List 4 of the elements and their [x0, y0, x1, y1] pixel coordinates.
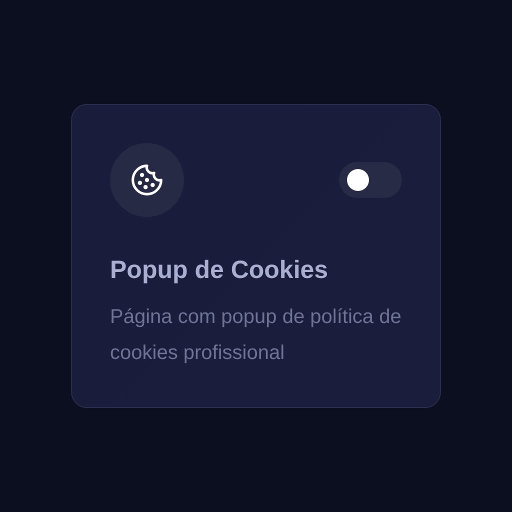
cookie-icon [130, 163, 164, 197]
card-description: Página com popup de política de cookies profissional [110, 305, 402, 366]
card-title: Popup de Cookies [110, 255, 330, 285]
toggle-switch[interactable] [339, 162, 402, 198]
